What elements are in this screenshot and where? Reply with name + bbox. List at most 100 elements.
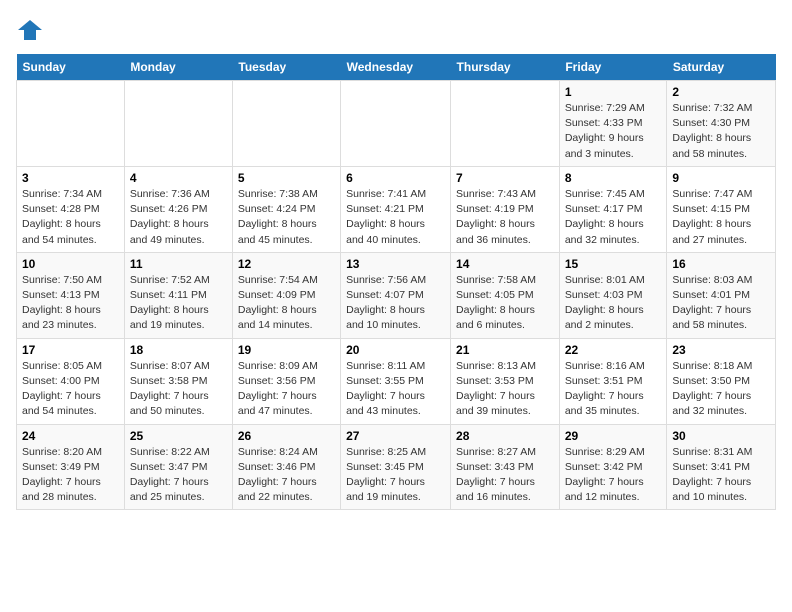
calendar-cell	[451, 81, 560, 167]
day-number: 15	[565, 257, 662, 271]
day-number: 2	[672, 85, 770, 99]
calendar-cell: 11Sunrise: 7:52 AM Sunset: 4:11 PM Dayli…	[124, 252, 232, 338]
calendar-week-row: 24Sunrise: 8:20 AM Sunset: 3:49 PM Dayli…	[17, 424, 776, 510]
calendar-week-row: 10 Sunrise: 7:50 AM Sunset: 4:13 PM Dayli…	[17, 252, 776, 338]
day-number: 23	[672, 343, 770, 357]
day-info: Sunrise: 7:32 AM Sunset: 4:30 PM Dayligh…	[672, 101, 770, 162]
calendar-cell: 30 Sunrise: 8:31 AM Sunset: 3:41 PM Dayli…	[667, 424, 776, 510]
day-number: 13	[346, 257, 445, 271]
weekday-header: Thursday	[451, 54, 560, 81]
calendar-cell: 4 Sunrise: 7:36 AM Sunset: 4:26 PM Daylig…	[124, 166, 232, 252]
day-info: Sunrise: 7:43 AM Sunset: 4:19 PM Dayligh…	[456, 187, 554, 248]
calendar-week-row: 17 Sunrise: 8:05 AM Sunset: 4:00 PM Dayli…	[17, 338, 776, 424]
day-number: 3	[22, 171, 119, 185]
calendar-cell	[232, 81, 340, 167]
day-info: Sunrise: 7:41 AM Sunset: 4:21 PM Dayligh…	[346, 187, 445, 248]
weekday-header: Sunday	[17, 54, 125, 81]
day-info: Sunrise: 7:36 AM Sunset: 4:26 PM Dayligh…	[130, 187, 227, 248]
day-info: Sunrise: 8:27 AM Sunset: 3:43 PM Dayligh…	[456, 445, 554, 506]
day-info: Sunrise: 8:22 AM Sunset: 3:47 PM Dayligh…	[130, 445, 227, 506]
day-number: 17	[22, 343, 119, 357]
day-number: 24	[22, 429, 119, 443]
day-number: 18	[130, 343, 227, 357]
calendar-cell: 8 Sunrise: 7:45 AM Sunset: 4:17 PM Daylig…	[559, 166, 667, 252]
day-info: Sunrise: 8:13 AM Sunset: 3:53 PM Dayligh…	[456, 359, 554, 420]
day-info: Sunrise: 8:07 AM Sunset: 3:58 PM Dayligh…	[130, 359, 227, 420]
calendar-cell	[124, 81, 232, 167]
weekday-header: Wednesday	[341, 54, 451, 81]
calendar-cell: 2 Sunrise: 7:32 AM Sunset: 4:30 PM Daylig…	[667, 81, 776, 167]
day-info: Sunrise: 8:09 AM Sunset: 3:56 PM Dayligh…	[238, 359, 335, 420]
day-number: 20	[346, 343, 445, 357]
day-info: Sunrise: 8:25 AM Sunset: 3:45 PM Dayligh…	[346, 445, 445, 506]
day-number: 1	[565, 85, 662, 99]
calendar-cell: 29 Sunrise: 8:29 AM Sunset: 3:42 PM Dayli…	[559, 424, 667, 510]
day-number: 21	[456, 343, 554, 357]
calendar-cell: 22Sunrise: 8:16 AM Sunset: 3:51 PM Dayli…	[559, 338, 667, 424]
calendar-cell: 15 Sunrise: 8:01 AM Sunset: 4:03 PM Dayli…	[559, 252, 667, 338]
day-number: 19	[238, 343, 335, 357]
calendar-cell: 14 Sunrise: 7:58 AM Sunset: 4:05 PM Dayli…	[451, 252, 560, 338]
logo-icon	[16, 16, 44, 44]
calendar-cell: 5 Sunrise: 7:38 AM Sunset: 4:24 PM Daylig…	[232, 166, 340, 252]
day-number: 27	[346, 429, 445, 443]
day-info: Sunrise: 8:18 AM Sunset: 3:50 PM Dayligh…	[672, 359, 770, 420]
day-number: 8	[565, 171, 662, 185]
day-number: 28	[456, 429, 554, 443]
day-info: Sunrise: 8:29 AM Sunset: 3:42 PM Dayligh…	[565, 445, 662, 506]
weekday-header: Tuesday	[232, 54, 340, 81]
day-number: 22	[565, 343, 662, 357]
day-info: Sunrise: 7:58 AM Sunset: 4:05 PM Dayligh…	[456, 273, 554, 334]
day-info: Sunrise: 8:03 AM Sunset: 4:01 PM Dayligh…	[672, 273, 770, 334]
calendar-cell: 13 Sunrise: 7:56 AM Sunset: 4:07 PM Dayli…	[341, 252, 451, 338]
calendar-cell: 7 Sunrise: 7:43 AM Sunset: 4:19 PM Daylig…	[451, 166, 560, 252]
calendar-cell: 12Sunrise: 7:54 AM Sunset: 4:09 PM Dayli…	[232, 252, 340, 338]
calendar-cell: 10 Sunrise: 7:50 AM Sunset: 4:13 PM Dayli…	[17, 252, 125, 338]
day-info: Sunrise: 7:47 AM Sunset: 4:15 PM Dayligh…	[672, 187, 770, 248]
day-number: 14	[456, 257, 554, 271]
day-info: Sunrise: 8:11 AM Sunset: 3:55 PM Dayligh…	[346, 359, 445, 420]
logo	[16, 16, 48, 44]
day-info: Sunrise: 7:34 AM Sunset: 4:28 PM Dayligh…	[22, 187, 119, 248]
day-number: 25	[130, 429, 227, 443]
day-info: Sunrise: 8:01 AM Sunset: 4:03 PM Dayligh…	[565, 273, 662, 334]
day-number: 6	[346, 171, 445, 185]
calendar-cell: 26 Sunrise: 8:24 AM Sunset: 3:46 PM Dayli…	[232, 424, 340, 510]
calendar-cell: 20 Sunrise: 8:11 AM Sunset: 3:55 PM Dayli…	[341, 338, 451, 424]
calendar-cell: 18 Sunrise: 8:07 AM Sunset: 3:58 PM Dayli…	[124, 338, 232, 424]
day-info: Sunrise: 7:56 AM Sunset: 4:07 PM Dayligh…	[346, 273, 445, 334]
page-header	[16, 16, 776, 44]
day-number: 7	[456, 171, 554, 185]
weekday-header: Friday	[559, 54, 667, 81]
day-info: Sunrise: 7:54 AM Sunset: 4:09 PM Dayligh…	[238, 273, 335, 334]
calendar-cell: 23 Sunrise: 8:18 AM Sunset: 3:50 PM Dayli…	[667, 338, 776, 424]
calendar-cell: 16 Sunrise: 8:03 AM Sunset: 4:01 PM Dayli…	[667, 252, 776, 338]
day-number: 26	[238, 429, 335, 443]
calendar-cell: 27 Sunrise: 8:25 AM Sunset: 3:45 PM Dayli…	[341, 424, 451, 510]
calendar-table: SundayMondayTuesdayWednesdayThursdayFrid…	[16, 54, 776, 510]
calendar-cell	[17, 81, 125, 167]
day-info: Sunrise: 8:24 AM Sunset: 3:46 PM Dayligh…	[238, 445, 335, 506]
calendar-cell: 28 Sunrise: 8:27 AM Sunset: 3:43 PM Dayli…	[451, 424, 560, 510]
day-number: 16	[672, 257, 770, 271]
calendar-cell: 21 Sunrise: 8:13 AM Sunset: 3:53 PM Dayli…	[451, 338, 560, 424]
calendar-cell: 24Sunrise: 8:20 AM Sunset: 3:49 PM Dayli…	[17, 424, 125, 510]
day-number: 30	[672, 429, 770, 443]
calendar-cell	[341, 81, 451, 167]
day-info: Sunrise: 7:50 AM Sunset: 4:13 PM Dayligh…	[22, 273, 119, 334]
calendar-week-row: 3 Sunrise: 7:34 AM Sunset: 4:28 PM Daylig…	[17, 166, 776, 252]
day-info: Sunrise: 8:31 AM Sunset: 3:41 PM Dayligh…	[672, 445, 770, 506]
day-info: Sunrise: 8:05 AM Sunset: 4:00 PM Dayligh…	[22, 359, 119, 420]
weekday-header-row: SundayMondayTuesdayWednesdayThursdayFrid…	[17, 54, 776, 81]
calendar-cell: 3 Sunrise: 7:34 AM Sunset: 4:28 PM Daylig…	[17, 166, 125, 252]
calendar-week-row: 1 Sunrise: 7:29 AM Sunset: 4:33 PM Daylig…	[17, 81, 776, 167]
day-info: Sunrise: 7:45 AM Sunset: 4:17 PM Dayligh…	[565, 187, 662, 248]
day-info: Sunrise: 7:29 AM Sunset: 4:33 PM Dayligh…	[565, 101, 662, 162]
day-number: 4	[130, 171, 227, 185]
day-number: 5	[238, 171, 335, 185]
day-number: 10	[22, 257, 119, 271]
weekday-header: Monday	[124, 54, 232, 81]
day-number: 9	[672, 171, 770, 185]
day-number: 29	[565, 429, 662, 443]
day-info: Sunrise: 7:38 AM Sunset: 4:24 PM Dayligh…	[238, 187, 335, 248]
